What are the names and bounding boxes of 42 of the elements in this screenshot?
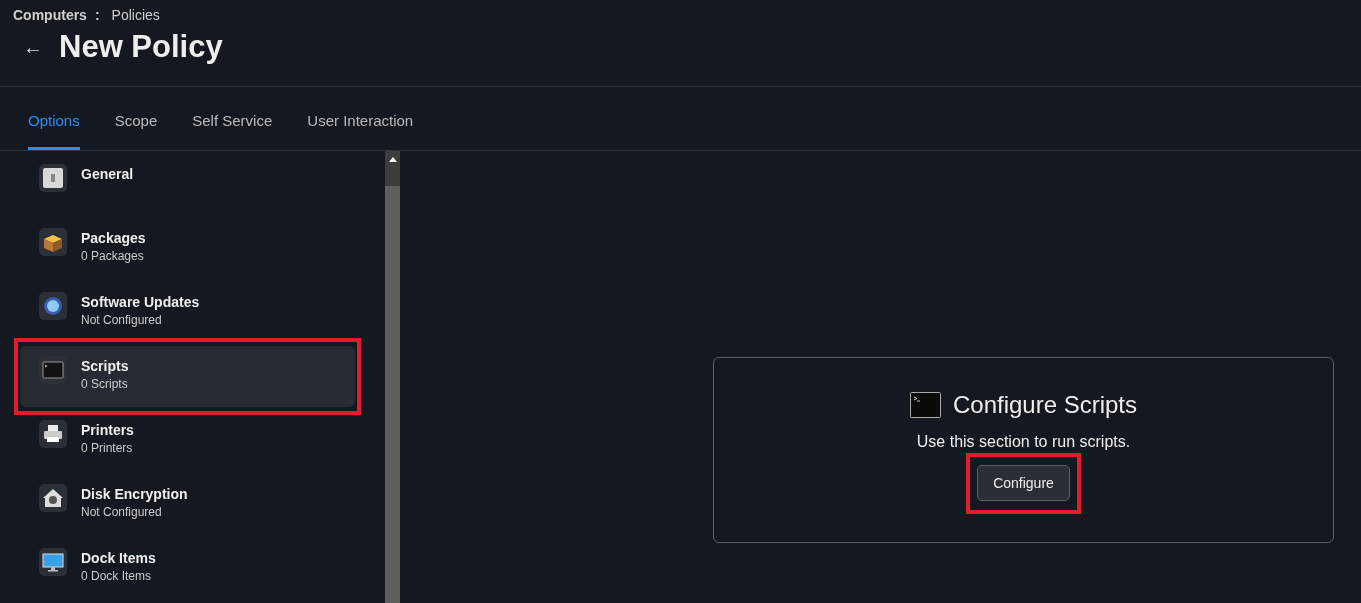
sidebar-item[interactable]: Disk Encryption Not Configured: [20, 474, 355, 535]
item-subtitle: 0 Printers: [81, 441, 134, 455]
item-title: Packages: [81, 230, 146, 246]
card-title: Configure Scripts: [952, 391, 1138, 419]
item-subtitle: 0 Scripts: [81, 377, 129, 391]
scroll-up-icon[interactable]: [388, 156, 397, 162]
item-subtitle: 0 Dock Items: [81, 569, 153, 583]
item-title: Software Updates: [81, 294, 200, 310]
item-title: Dock Items: [81, 550, 156, 566]
breadcrumb-separator: :: [94, 7, 100, 23]
tab[interactable]: Options: [28, 112, 80, 150]
sidebar-item[interactable]: Software Updates Not Configured: [20, 282, 355, 343]
monitor-icon: [39, 548, 67, 576]
scrollbar[interactable]: [385, 151, 400, 603]
box-icon: [39, 228, 67, 256]
item-title: General: [81, 166, 134, 182]
item-subtitle: 0 Packages: [81, 249, 145, 263]
item-title: Printers: [81, 422, 134, 438]
terminal-icon: [39, 356, 67, 384]
breadcrumb-current: Policies: [111, 7, 160, 23]
sidebar-item[interactable]: Printers 0 Printers: [20, 410, 355, 471]
sidebar-item[interactable]: Dock Items 0 Dock Items: [20, 538, 355, 599]
page-title: New Policy: [59, 29, 223, 65]
sidebar-item[interactable]: Scripts 0 Scripts: [20, 346, 355, 407]
breadcrumb-link[interactable]: Computers: [13, 7, 87, 23]
house-icon: [39, 484, 67, 512]
switch-icon: [39, 164, 67, 192]
item-subtitle: Not Configured: [81, 505, 163, 519]
tab[interactable]: Scope: [114, 112, 158, 150]
sidebar-item[interactable]: General: [20, 154, 355, 215]
card-description: Use this section to run scripts.: [916, 433, 1131, 451]
configure-button[interactable]: Configure: [977, 465, 1070, 501]
item-title: Disk Encryption: [81, 486, 188, 502]
back-arrow[interactable]: ←: [23, 35, 43, 59]
tab[interactable]: Self Service: [192, 112, 273, 150]
terminal-icon: [909, 392, 941, 418]
sidebar-item[interactable]: Packages 0 Packages: [20, 218, 355, 279]
globe-icon: [39, 292, 67, 320]
printer-icon: [39, 420, 67, 448]
item-title: Scripts: [81, 358, 129, 374]
item-subtitle: Not Configured: [81, 313, 163, 327]
tab[interactable]: User Interaction: [307, 112, 414, 150]
